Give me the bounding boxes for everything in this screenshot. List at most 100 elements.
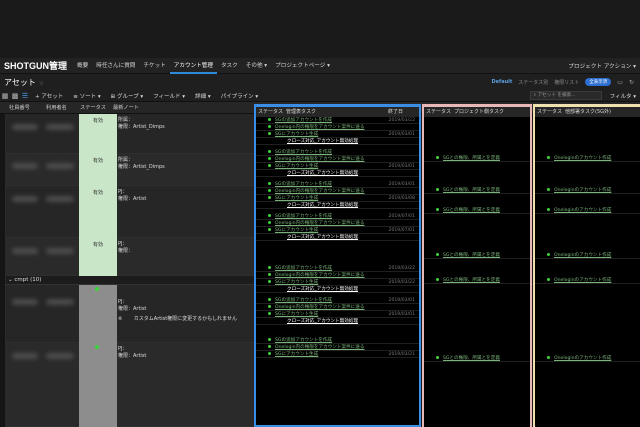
task-link[interactable]: SGの追加アカウントを作成 xyxy=(275,150,332,155)
status-cell[interactable]: 有効 xyxy=(79,114,117,154)
task-link[interactable]: SGにアカウント生成 xyxy=(275,312,318,317)
project-actions-menu[interactable]: プロジェクト アクション ▾ xyxy=(568,62,640,70)
task-row[interactable]: SGにアカウント生成 2019/03/01 xyxy=(256,131,419,138)
task-row[interactable]: SGの追加アカウントを作成 xyxy=(256,337,419,344)
task-row[interactable]: SGとの権限、所属とを定義 xyxy=(424,277,530,284)
nav-overview[interactable]: 概要 xyxy=(73,58,92,74)
task-row[interactable]: SGとの権限、所属とを定義 xyxy=(424,207,530,214)
task-row[interactable]: SGにアカウント生成 2019/03/01 xyxy=(256,311,419,318)
task-link[interactable]: Oneloginのアカウント作成 xyxy=(554,208,611,213)
task-row[interactable]: Oneloginのアカウント作成 xyxy=(535,187,640,194)
task-link[interactable]: Onelogin内の権限をアカウント案件に送る xyxy=(275,345,364,350)
task-row[interactable]: SGの追加アカウントを作成 2019/03/22 xyxy=(256,265,419,272)
nav-question[interactable]: 時任さんに質問 xyxy=(92,58,139,74)
table-row[interactable]: PJ： 権限：Artist xyxy=(6,343,254,427)
group-button[interactable]: ⊞ グループ ▾ xyxy=(106,92,149,100)
search-input[interactable]: ⌕ アセット を検索... xyxy=(529,91,602,100)
task-link[interactable]: SGの追加アカウントを作成 xyxy=(275,266,332,271)
task-link[interactable]: クローズ対応_アカウント無効処理 xyxy=(287,287,358,292)
task-row[interactable]: Onelogin内の権限をアカウント案件に送る xyxy=(256,304,419,311)
nav-account-management[interactable]: アカウント管理 xyxy=(169,58,217,74)
task-link[interactable]: Oneloginのアカウント作成 xyxy=(554,253,611,258)
table-row[interactable]: 有効 PJ： 権限：Artist xyxy=(6,186,254,238)
filter-button[interactable]: フィルタ ▾ xyxy=(602,92,640,100)
task-row[interactable]: Oneloginのアカウント作成 xyxy=(535,155,640,162)
task-link[interactable]: SGとの権限、所属とを定義 xyxy=(443,253,500,258)
task-row[interactable]: SGとの権限、所属とを定義 xyxy=(424,252,530,259)
details-button[interactable]: 詳細 ▾ xyxy=(190,92,216,100)
task-link[interactable]: Oneloginのアカウント作成 xyxy=(554,156,611,161)
task-row[interactable]: SGにアカウント生成 2019/03/08 xyxy=(256,195,419,202)
view-default[interactable]: Default xyxy=(492,79,513,85)
task-link[interactable]: Oneloginのアカウント作成 xyxy=(554,188,611,193)
table-row[interactable]: 有効 PJ： 権限： xyxy=(6,238,254,276)
layout-icon[interactable]: ▭ xyxy=(617,79,623,86)
task-row[interactable]: SGにアカウント生成 2019/03/01 xyxy=(256,163,419,170)
task-link[interactable]: SGの追加アカウントを作成 xyxy=(275,214,332,219)
list-view-icon[interactable]: ☰ xyxy=(20,92,30,100)
task-link[interactable]: SGの追加アカウントを作成 xyxy=(275,298,332,303)
task-link[interactable]: クローズ対応_アカウント無効処理 xyxy=(287,171,358,176)
task-row[interactable]: Oneloginのアカウント作成 xyxy=(535,207,640,214)
task-row[interactable]: Oneloginのアカウント作成 xyxy=(535,277,640,284)
col-latest-note[interactable]: 最新ノート xyxy=(113,102,139,114)
task-link[interactable]: Oneloginのアカウント作成 xyxy=(554,356,611,361)
task-link[interactable]: SGにアカウント生成 xyxy=(275,196,318,201)
table-row[interactable]: 有効 所属： 権限：Artist_Dimps xyxy=(6,114,254,154)
task-row[interactable]: クローズ対応_アカウント無効処理 xyxy=(256,286,419,293)
task-link[interactable]: SGの追加アカウントを作成 xyxy=(275,338,332,343)
task-row[interactable]: クローズ対応_アカウント無効処理 xyxy=(256,170,419,177)
task-row[interactable]: SGの追加アカウントを作成 2019/03/01 xyxy=(256,297,419,304)
add-asset-button[interactable]: + アセット xyxy=(30,92,68,100)
task-row[interactable]: Oneloginのアカウント作成 xyxy=(535,252,640,259)
task-row[interactable]: クローズ対応_アカウント無効処理 xyxy=(256,318,419,325)
task-link[interactable]: クローズ対応_アカウント無効処理 xyxy=(287,139,358,144)
status-cell[interactable] xyxy=(79,285,117,343)
task-link[interactable]: SGとの権限、所属とを定義 xyxy=(443,356,500,361)
status-cell[interactable]: 有効 xyxy=(79,154,117,186)
task-link[interactable]: Onelogin内の権限をアカウント案件に送る xyxy=(275,157,364,162)
task-link[interactable]: Onelogin内の権限をアカウント案件に送る xyxy=(275,189,364,194)
thumbnail-view-icon[interactable]: ▩ xyxy=(10,92,20,100)
task-row[interactable]: SGの追加アカウントを作成 2019/07/01 xyxy=(256,213,419,220)
view-permission-list[interactable]: 権限リスト xyxy=(554,79,579,86)
sort-button[interactable]: ≡ ソート ▾ xyxy=(68,92,105,100)
task-link[interactable]: クローズ対応_アカウント無効処理 xyxy=(287,235,358,240)
task-row[interactable]: SGとの権限、所属とを定義 xyxy=(424,355,530,362)
task-link[interactable]: SGにアカウント生成 xyxy=(275,132,318,137)
task-row[interactable]: Onelogin内の権限をアカウント案件に送る xyxy=(256,124,419,131)
pipeline-button[interactable]: パイプライン ▾ xyxy=(216,92,264,100)
task-link[interactable]: SGとの権限、所属とを定義 xyxy=(443,156,500,161)
task-link[interactable]: Onelogin内の権限をアカウント案件に送る xyxy=(275,221,364,226)
task-row[interactable]: SGの追加アカウントを作成 2019/03/01 xyxy=(256,181,419,188)
task-link[interactable]: SGの追加アカウントを作成 xyxy=(275,182,332,187)
task-link[interactable]: Oneloginのアカウント作成 xyxy=(554,278,611,283)
task-link[interactable]: Onelogin内の権限をアカウント案件に送る xyxy=(275,273,364,278)
task-link[interactable]: SGにアカウント生成 xyxy=(275,164,318,169)
col-user-name[interactable]: 利用者名 xyxy=(46,102,67,114)
task-row[interactable]: Onelogin内の権限をアカウント案件に送る xyxy=(256,344,419,351)
status-cell[interactable] xyxy=(79,343,117,427)
status-cell[interactable]: 有効 xyxy=(79,186,117,238)
task-link[interactable]: SGにアカウント生成 xyxy=(275,228,318,233)
task-row[interactable]: SGにアカウント生成 2019/03/22 xyxy=(256,279,419,286)
view-by-status[interactable]: ステータス別 xyxy=(518,79,548,86)
favorite-star-icon[interactable]: ☆ xyxy=(39,80,44,87)
grid-view-icon[interactable]: ▦ xyxy=(0,92,10,100)
task-link[interactable]: クローズ対応_アカウント無効処理 xyxy=(287,203,358,208)
table-row[interactable]: 有効 所属： 権限：Artist_Dimps xyxy=(6,154,254,186)
refresh-icon[interactable]: ↻ xyxy=(629,79,634,86)
task-link[interactable]: Onelogin内の権限をアカウント案件に送る xyxy=(275,305,364,310)
status-cell[interactable]: 有効 xyxy=(79,238,117,276)
col-status[interactable]: ステータス xyxy=(80,102,106,114)
show-all-badge[interactable]: 全表示済 xyxy=(585,78,612,86)
task-row[interactable]: SGとの権限、所属とを定義 xyxy=(424,187,530,194)
brand-logo[interactable]: SHOTGUN管理 xyxy=(0,59,73,72)
task-row[interactable]: Oneloginのアカウント作成 xyxy=(535,355,640,362)
task-link[interactable]: SGとの権限、所属とを定義 xyxy=(443,278,500,283)
task-row[interactable]: Onelogin内の権限をアカウント案件に送る xyxy=(256,272,419,279)
task-row[interactable]: SGとの権限、所属とを定義 xyxy=(424,155,530,162)
task-link[interactable]: SGにアカウント生成 xyxy=(275,352,318,357)
nav-tickets[interactable]: チケット xyxy=(139,58,169,74)
task-row[interactable]: Onelogin内の権限をアカウント案件に送る xyxy=(256,220,419,227)
